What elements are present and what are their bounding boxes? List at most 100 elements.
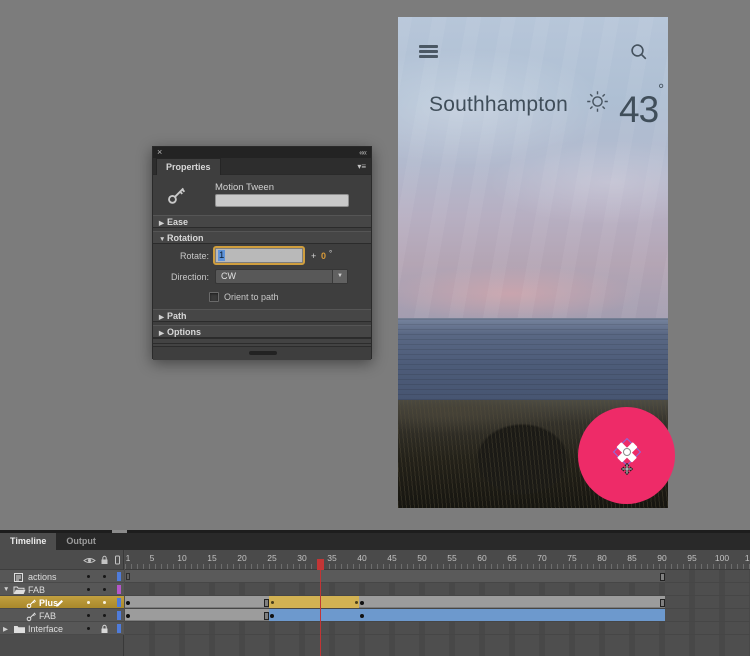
ruler-label: 105 [745, 553, 750, 563]
playhead-marker[interactable] [317, 559, 324, 570]
end-marker[interactable] [264, 612, 269, 620]
orient-to-path-label: Orient to path [224, 292, 279, 302]
hamburger-menu-icon[interactable] [419, 45, 438, 58]
direction-dropdown[interactable]: CW ▼ [215, 269, 348, 284]
section-path[interactable]: ▶Path [153, 309, 371, 322]
motion-tween-icon [167, 185, 187, 205]
tab-output[interactable]: Output [56, 533, 106, 550]
outline-color-swatch[interactable] [117, 572, 121, 581]
ruler-label: 55 [447, 553, 456, 563]
empty-key-marker[interactable] [126, 573, 130, 580]
section-options[interactable]: ▶Options [153, 325, 371, 338]
collapse-icon[interactable]: «« [359, 147, 366, 158]
ruler-label: 30 [297, 553, 306, 563]
panel-menu-icon[interactable]: ▾≡ [357, 162, 366, 171]
layer-visibility-dot[interactable] [87, 575, 90, 578]
tab-properties[interactable]: Properties [156, 158, 221, 175]
ruler-label: 20 [237, 553, 246, 563]
key-sm-marker[interactable] [355, 601, 358, 604]
frames-area[interactable]: 1510152025303540455055606570758085909510… [125, 550, 750, 656]
outline-color-swatch[interactable] [117, 611, 121, 620]
ruler-label: 50 [417, 553, 426, 563]
location-row: Southhampton 43° [398, 85, 668, 131]
layer-lock-dot[interactable] [103, 601, 106, 604]
end-marker[interactable] [660, 599, 665, 607]
temperature-label: 43° [619, 81, 663, 131]
ruler-label: 80 [597, 553, 606, 563]
end-marker[interactable] [660, 573, 665, 581]
end-marker[interactable] [264, 599, 269, 607]
ruler-label: 25 [267, 553, 276, 563]
layer-lock-dot[interactable] [103, 614, 106, 617]
tween-type-label: Motion Tween [215, 182, 274, 193]
ruler-label: 45 [387, 553, 396, 563]
layer-lock-dot[interactable] [103, 588, 106, 591]
layer-list: actions▼FABPlusFAB▶Interface [0, 550, 124, 656]
empty-frame-span[interactable] [125, 570, 665, 582]
layer-visibility-dot[interactable] [87, 627, 90, 630]
rotate-extra-degrees[interactable]: 0 [321, 251, 326, 261]
ruler-label: 75 [567, 553, 576, 563]
tab-timeline[interactable]: Timeline [0, 533, 56, 550]
panel-body: Motion Tween ▶Ease ▼Rotation Rotate: 1 +… [153, 175, 371, 360]
rotate-count-input[interactable]: 1 [215, 248, 303, 263]
static-frame-span[interactable] [359, 596, 665, 608]
layer-visibility-dot[interactable] [87, 614, 90, 617]
chevron-down-icon: ▼ [159, 234, 167, 246]
lock-icon[interactable] [100, 624, 109, 636]
layer-name[interactable]: actions [28, 572, 57, 582]
panel-resize-grip[interactable] [249, 351, 277, 355]
layer-row-interface[interactable]: ▶ Interface [0, 622, 124, 635]
section-rotation[interactable]: ▼Rotation [153, 231, 371, 244]
tween-frame-span[interactable] [269, 609, 665, 621]
layer-name[interactable]: FAB [28, 585, 45, 595]
degree-symbol: ° [329, 249, 332, 258]
sun-icon [584, 88, 611, 120]
frame-row[interactable] [125, 583, 750, 596]
outline-color-icon[interactable] [114, 555, 121, 565]
static-frame-span[interactable] [125, 609, 269, 621]
eye-icon[interactable] [83, 556, 96, 565]
ruler-label: 35 [327, 553, 336, 563]
ocean-photo [398, 318, 668, 400]
static-frame-span[interactable] [125, 596, 269, 608]
direction-label: Direction: [155, 272, 209, 282]
layer-row-fab[interactable]: ▼ FAB [0, 583, 124, 596]
layer-row-fab[interactable]: FAB [0, 609, 124, 622]
plus-symbol[interactable] [614, 439, 640, 465]
outline-color-swatch[interactable] [117, 598, 121, 607]
layer-row-actions[interactable]: actions [0, 570, 124, 583]
search-icon[interactable] [630, 43, 648, 66]
ruler-label: 40 [357, 553, 366, 563]
section-ease[interactable]: ▶Ease [153, 215, 371, 228]
layer-visibility-dot[interactable] [87, 588, 90, 591]
layer-name[interactable]: FAB [39, 611, 56, 621]
frame-ruler[interactable]: 1510152025303540455055606570758085909510… [125, 550, 750, 570]
chevron-right-icon: ▶ [159, 312, 167, 324]
ruler-label: 15 [207, 553, 216, 563]
layer-lock-dot[interactable] [103, 575, 106, 578]
close-icon[interactable]: × [157, 147, 162, 158]
layer-visibility-dot[interactable] [87, 601, 90, 604]
orient-to-path-checkbox[interactable] [209, 292, 219, 302]
layer-row-plus[interactable]: Plus [0, 596, 124, 609]
panel-titlebar[interactable]: × «« [153, 147, 371, 158]
panel-tabbar: Properties ▾≡ [153, 158, 371, 175]
instance-name-input[interactable] [215, 194, 349, 207]
frame-rows[interactable] [125, 570, 750, 635]
location-label: Southhampton [429, 93, 568, 117]
lock-icon[interactable] [100, 555, 109, 565]
ruler-label: 85 [627, 553, 636, 563]
outline-color-swatch[interactable] [117, 624, 121, 633]
transform-point[interactable] [623, 448, 631, 456]
ruler-label: 65 [507, 553, 516, 563]
folder-toggle-icon[interactable]: ▶ [3, 625, 8, 633]
folder-toggle-icon[interactable]: ▼ [3, 586, 9, 593]
frame-row[interactable] [125, 622, 750, 635]
layer-name[interactable]: Interface [28, 624, 63, 634]
stage-canvas[interactable]: Southhampton 43° [0, 0, 750, 530]
selected-frame-span[interactable] [269, 596, 359, 608]
outline-color-swatch[interactable] [117, 585, 121, 594]
fab-button[interactable] [578, 407, 675, 504]
key-sm-marker[interactable] [271, 601, 274, 604]
